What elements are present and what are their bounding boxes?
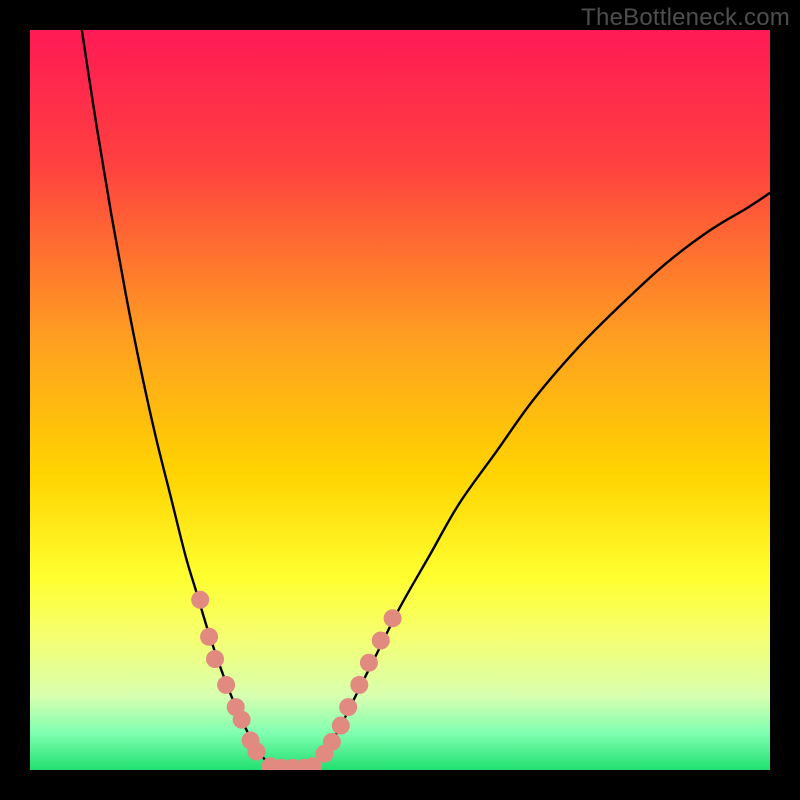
chart-svg <box>30 30 770 770</box>
gradient-bg <box>30 30 770 770</box>
left-branch-markers-point <box>191 591 209 609</box>
right-branch-markers-point <box>372 632 390 650</box>
left-branch-markers-point <box>247 743 265 761</box>
plot-area <box>30 30 770 770</box>
right-branch-markers-point <box>360 654 378 672</box>
right-branch-markers-point <box>350 676 368 694</box>
left-branch-markers-point <box>233 711 251 729</box>
left-branch-markers-point <box>206 650 224 668</box>
right-branch-markers-point <box>332 717 350 735</box>
right-branch-markers-point <box>339 698 357 716</box>
left-branch-markers-point <box>200 628 218 646</box>
right-branch-markers-point <box>323 733 341 751</box>
watermark-text: TheBottleneck.com <box>581 4 790 32</box>
right-branch-markers-point <box>384 609 402 627</box>
left-branch-markers-point <box>217 676 235 694</box>
outer-frame: TheBottleneck.com <box>0 0 800 800</box>
